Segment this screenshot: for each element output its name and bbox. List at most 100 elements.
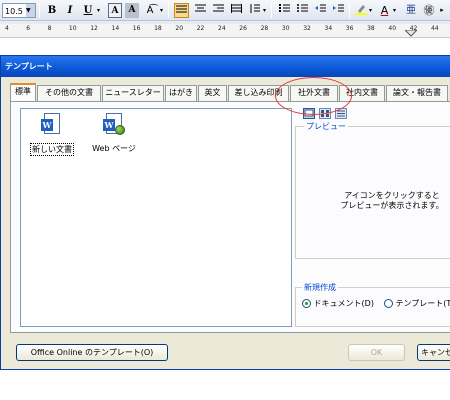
template-radio[interactable]: テンプレート(T) bbox=[384, 298, 450, 309]
template-dialog: テンプレート 標準 その他の文書 ニュースレター はがき 英文 差し込み印刷 社… bbox=[0, 55, 450, 370]
tab-english[interactable]: 英文 bbox=[198, 85, 227, 101]
line-spacing-dropdown-icon[interactable]: ▾ bbox=[261, 3, 268, 18]
toolbar-separator bbox=[39, 3, 40, 18]
preview-message-line: プレビューが表示されます。 bbox=[340, 201, 444, 210]
chevron-down-icon[interactable]: ▼ bbox=[26, 4, 35, 17]
underline-dropdown-icon[interactable]: ▾ bbox=[95, 3, 102, 18]
preview-group: プレビュー アイコンをクリックすると プレビューが表示されます。 bbox=[295, 121, 450, 259]
ruler-tick-label: 12 bbox=[90, 25, 98, 32]
highlighter-icon bbox=[354, 5, 367, 15]
phonetic-guide-button[interactable]: 亜 bbox=[404, 3, 418, 18]
ruler-tick-label: 26 bbox=[239, 25, 247, 32]
template-item-blank-document[interactable]: W 新しい文書 bbox=[21, 113, 83, 156]
align-center-icon bbox=[195, 4, 206, 12]
template-label: Web ページ bbox=[92, 144, 136, 153]
ruler-tick-label: 34 bbox=[324, 25, 333, 32]
highlight-dropdown-icon[interactable]: ▾ bbox=[367, 3, 374, 18]
ruler-indent-marker-icon[interactable] bbox=[405, 30, 417, 38]
ruler-tick-label: 24 bbox=[218, 25, 226, 32]
align-justify-button[interactable] bbox=[174, 3, 189, 18]
ruler-tick-label: 8 bbox=[47, 25, 52, 32]
radio-unchecked-icon bbox=[384, 299, 393, 308]
tab-panel: W 新しい文書 W Web ページ プレビュー アイコンをクリックすると プレビ… bbox=[10, 101, 450, 333]
distributed-align-button[interactable] bbox=[229, 3, 244, 18]
ruler-tick-label: 6 bbox=[26, 25, 31, 32]
ruler-tick-label: 30 bbox=[281, 25, 290, 32]
tab-postcard[interactable]: はがき bbox=[165, 85, 197, 101]
tab-other-documents[interactable]: その他の文書 bbox=[37, 85, 101, 101]
numbering-button[interactable] bbox=[277, 3, 292, 18]
tab-standard[interactable]: 標準 bbox=[10, 83, 36, 101]
underline-button[interactable]: U bbox=[81, 3, 95, 18]
toolbar-separator bbox=[271, 3, 272, 18]
create-new-legend: 新規作成 bbox=[302, 282, 338, 293]
formatting-toolbar: 10.5 ▼ B I U ▾ A A A͡ ▾ ▾ ▾ A ▾ 亜 ㊝ ▸ bbox=[0, 0, 450, 21]
align-center-button[interactable] bbox=[193, 3, 208, 18]
dialog-title-bar[interactable]: テンプレート bbox=[1, 56, 450, 77]
align-right-icon bbox=[213, 4, 224, 12]
ruler-tick-label: 14 bbox=[111, 25, 120, 32]
character-border-button[interactable]: A bbox=[108, 3, 122, 18]
template-radio-label: テンプレート(T) bbox=[395, 299, 450, 308]
web-page-icon: W bbox=[103, 113, 125, 139]
ruler-tick-label: 40 bbox=[388, 25, 397, 32]
numbered-list-icon bbox=[279, 4, 290, 12]
document-radio[interactable]: ドキュメント(D) bbox=[302, 298, 374, 309]
radio-checked-icon bbox=[302, 299, 311, 308]
horizontal-ruler: 4 6 8 10 12 14 16 18 20 22 24 26 28 30 32 34 36 38 40 42 44 bbox=[0, 21, 450, 38]
ruler-track bbox=[0, 21, 450, 24]
decrease-indent-icon bbox=[315, 4, 326, 12]
highlight-circle bbox=[275, 77, 352, 115]
font-size-combobox[interactable]: 10.5 ▼ bbox=[2, 3, 36, 18]
align-right-button[interactable] bbox=[211, 3, 226, 18]
highlight-button[interactable] bbox=[354, 3, 367, 18]
cancel-button[interactable]: キャンセル bbox=[417, 344, 450, 361]
scale-dropdown-icon[interactable]: ▾ bbox=[158, 3, 165, 18]
tab-papers-reports[interactable]: 論文・報告書 bbox=[386, 85, 448, 101]
bulleted-list-icon bbox=[297, 4, 308, 12]
ruler-tick-label: 16 bbox=[132, 25, 141, 32]
italic-button[interactable]: I bbox=[63, 3, 77, 18]
ruler-tick-label: 36 bbox=[345, 25, 354, 32]
ruler-tick-label: 18 bbox=[154, 25, 162, 32]
preview-message-line: アイコンをクリックすると bbox=[344, 191, 440, 200]
character-shading-button[interactable]: A bbox=[125, 3, 139, 18]
ok-button[interactable]: OK bbox=[348, 344, 405, 361]
ruler-tick-label: 20 bbox=[175, 25, 184, 32]
decrease-indent-button[interactable] bbox=[313, 3, 328, 18]
preview-legend: プレビュー bbox=[304, 121, 348, 132]
enclose-characters-button[interactable]: ㊝ bbox=[422, 3, 436, 18]
increase-indent-icon bbox=[333, 4, 344, 12]
font-color-dropdown-icon[interactable]: ▾ bbox=[391, 3, 398, 18]
line-spacing-icon bbox=[250, 4, 260, 13]
character-scale-icon[interactable]: A͡ bbox=[142, 3, 158, 18]
font-color-button[interactable]: A bbox=[378, 3, 391, 18]
ruler-tick-label: 44 bbox=[431, 25, 439, 32]
line-spacing-button[interactable] bbox=[248, 3, 261, 18]
bullets-button[interactable] bbox=[295, 3, 310, 18]
word-document-icon: W bbox=[41, 113, 63, 139]
distributed-align-icon bbox=[231, 4, 242, 13]
increase-indent-button[interactable] bbox=[331, 3, 346, 18]
toolbar-separator bbox=[168, 3, 169, 18]
template-label: 新しい文書 bbox=[30, 143, 74, 156]
ruler-tick-label: 10 bbox=[68, 25, 77, 32]
tab-newsletter[interactable]: ニュースレター bbox=[102, 85, 164, 101]
create-new-group: 新規作成 ドキュメント(D) テンプレート(T) bbox=[295, 282, 450, 327]
ruler-tick-label: 4 bbox=[5, 25, 9, 32]
font-color-icon: A bbox=[380, 4, 389, 17]
dialog-title: テンプレート bbox=[5, 62, 53, 71]
toolbar-separator bbox=[349, 3, 350, 18]
align-justify-icon bbox=[176, 5, 187, 13]
template-list[interactable]: W 新しい文書 W Web ページ bbox=[20, 108, 292, 327]
ruler-tick-label: 32 bbox=[303, 25, 311, 32]
office-online-templates-button[interactable]: Office Online のテンプレート(O) bbox=[16, 344, 168, 361]
ruler-tick-label: 38 bbox=[367, 25, 375, 32]
font-size-value: 10.5 bbox=[5, 7, 23, 16]
ruler-tick-label: 28 bbox=[260, 25, 269, 32]
document-radio-label: ドキュメント(D) bbox=[313, 299, 374, 308]
template-item-web-page[interactable]: W Web ページ bbox=[83, 113, 145, 154]
toolbar-options-icon[interactable]: ▸ bbox=[438, 3, 446, 18]
bold-button[interactable]: B bbox=[45, 3, 59, 18]
preview-message: アイコンをクリックすると プレビューが表示されます。 bbox=[336, 191, 448, 211]
